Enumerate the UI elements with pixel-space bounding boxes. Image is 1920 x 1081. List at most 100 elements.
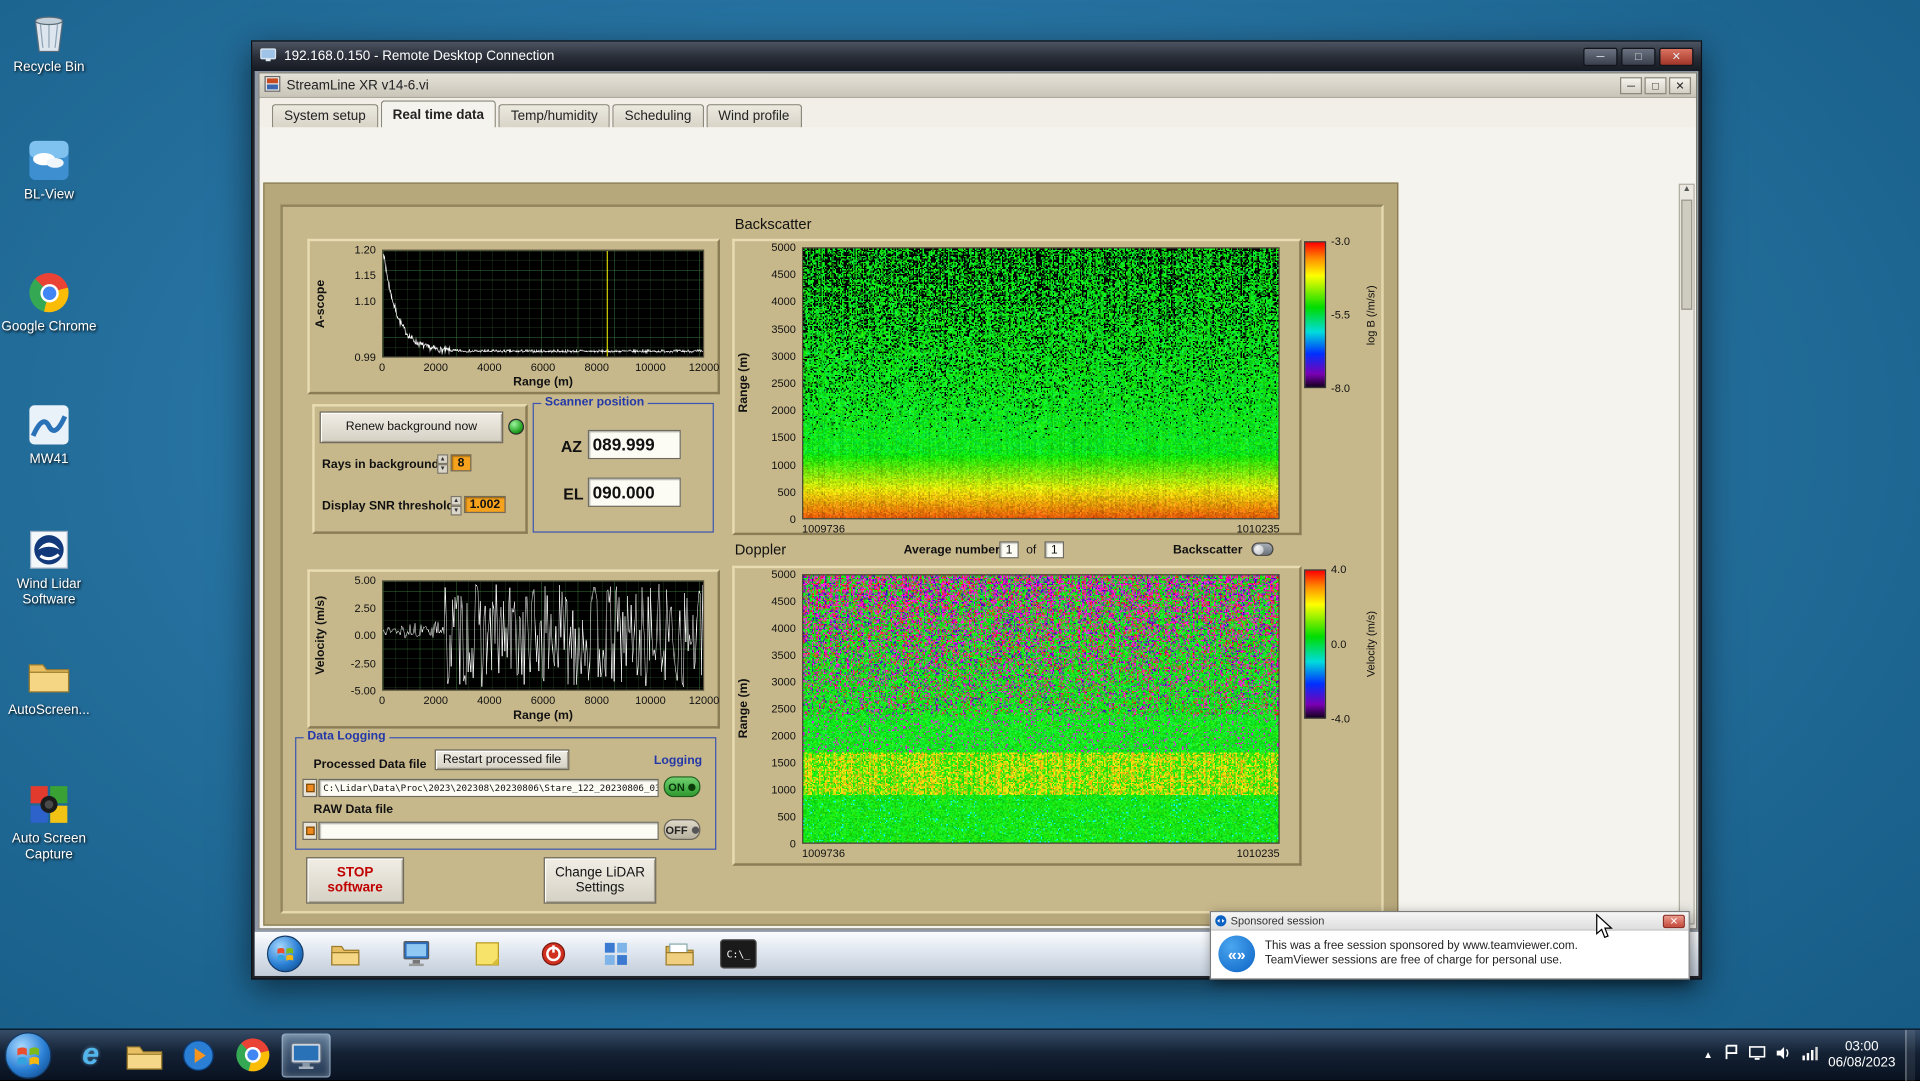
tick-label: 1000 [771,458,796,471]
tick-label: 2000 [771,404,796,417]
rays-spinner[interactable]: ▲ ▼ [437,454,449,474]
remote-cmd-icon[interactable]: C:\_ [720,939,757,969]
remote-folder-icon[interactable] [659,936,701,973]
taskbar-clock[interactable]: 03:00 06/08/2023 [1828,1039,1895,1071]
tick-label: 3500 [771,322,796,336]
tab-scheduling[interactable]: Scheduling [612,104,704,128]
tick-label: 4000 [477,694,502,707]
sponsored-title: Sponsored session [1230,914,1325,927]
desktop-icon-recycle-bin[interactable]: Recycle Bin [0,10,98,76]
processed-path-field[interactable]: C:\Lidar\Data\Proc\2023\202308\20230806\… [318,778,659,798]
taskbar-ie-icon[interactable]: e [66,1033,115,1077]
start-button[interactable] [4,1031,52,1079]
tick-label: 2500 [771,702,796,716]
teamviewer-mini-icon [1215,915,1227,927]
snr-value-field[interactable]: 1.002 [464,495,506,514]
velocity-chart: Velocity (m/s) 5.00 2.50 0.00 -2.50 -5.00 0 2… [307,569,721,729]
raw-logging-off-button[interactable]: OFF [663,819,701,841]
rays-value-field[interactable]: 8 [450,454,472,472]
desktop-icon-autoscreen[interactable]: AutoScreen... [0,653,98,719]
remote-notes-icon[interactable] [467,936,509,973]
rdp-titlebar[interactable]: 192.168.0.150 - Remote Desktop Connectio… [252,41,1701,72]
az-value-field[interactable]: 089.999 [587,429,681,460]
raw-path-field[interactable] [318,821,659,841]
app-maximize-button[interactable]: □ [1644,76,1667,94]
sponsored-text-line1: This was a free session sponsored by www… [1264,939,1578,953]
taskbar-media-player-icon[interactable] [174,1033,223,1077]
taskbar-rdp-icon[interactable] [281,1032,331,1077]
restart-processed-file-button[interactable]: Restart processed file [434,749,570,771]
minimize-button[interactable]: ─ [1583,47,1618,66]
show-desktop-button[interactable] [1905,1029,1916,1081]
tab-temp-humidity[interactable]: Temp/humidity [498,104,610,128]
change-lidar-settings-button[interactable]: Change LiDAR Settings [543,857,657,904]
tick-label: 1.15 [354,269,376,282]
tick-label: 1.20 [354,243,376,256]
close-button[interactable]: ✕ [1659,47,1694,66]
tick-label: 0 [789,513,796,526]
ascope-chart: A-scope 1.20 1.15 1.10 0.99 0 2000 4000 6000 80… [307,238,721,395]
stop-software-button[interactable]: STOP software [306,857,405,904]
el-value-field[interactable]: 090.000 [587,477,681,507]
tick-label: 5000 [771,568,796,581]
sponsored-session-popup: Sponsored session ✕ «» This was a free s… [1209,911,1690,980]
tab-wind-profile[interactable]: Wind profile [706,104,802,128]
tray-volume-icon[interactable] [1775,1044,1791,1066]
desktop-icon-wind-lidar[interactable]: Wind Lidar Software [0,527,98,609]
processed-logging-on-button[interactable]: ON [663,776,701,798]
tick-label: 2000 [423,694,448,707]
desktop-icon-google-chrome[interactable]: Google Chrome [0,269,98,335]
remote-start-button[interactable] [266,935,304,973]
tab-system-setup[interactable]: System setup [271,104,378,128]
average-total-field[interactable]: 1 [1044,541,1065,559]
taskbar-chrome-icon[interactable] [228,1033,277,1077]
tray-network-icon[interactable] [1801,1044,1818,1066]
app-titlebar[interactable]: StreamLine XR v14-6.vi ─ □ ✕ [259,73,1696,98]
taskbar-explorer-icon[interactable] [120,1033,169,1077]
remote-explorer-icon[interactable] [324,936,366,973]
average-number-field[interactable]: 1 [999,541,1019,559]
tick-label: -5.00 [350,684,376,697]
sponsored-titlebar[interactable]: Sponsored session ✕ [1211,912,1689,931]
tick-label: 12000 [688,361,720,374]
desktop-icon-bl-view[interactable]: BL-View [0,137,98,203]
backscatter-toggle-switch[interactable] [1251,542,1274,556]
desktop-icon-label: MW41 [29,451,69,467]
scrollbar-thumb[interactable] [1681,199,1693,310]
snr-spinner[interactable]: ▲ ▼ [450,495,462,516]
tray-display-icon[interactable] [1748,1044,1766,1066]
app-minimize-button[interactable]: ─ [1620,76,1643,94]
raw-data-file-label: RAW Data file [313,803,394,817]
tray-action-center-icon[interactable] [1723,1044,1739,1066]
autoscreen-folder-icon [0,653,98,700]
maximize-button[interactable]: □ [1621,47,1656,66]
app-vertical-scrollbar[interactable]: ▲▼ [1678,183,1695,925]
sponsored-close-button[interactable]: ✕ [1662,914,1685,928]
remote-display-icon[interactable] [396,936,438,973]
tick-label: 1010235 [1236,847,1280,860]
rdp-window-controls: ─ □ ✕ [1580,47,1694,66]
tick-label: 8000 [584,361,609,374]
tick-label: 6000 [530,361,556,374]
data-logging-title: Data Logging [303,729,390,744]
tick-label: 10000 [635,361,666,374]
ascope-x-axis-label: Range (m) [513,375,574,390]
backscatter-y-axis-label: Range (m) [737,353,751,414]
velocity-x-ticks: 0 2000 4000 6000 8000 10000 12000 [379,694,719,707]
remote-app-grid-icon[interactable] [595,936,637,973]
scanner-position-group: Scanner position AZ 089.999 EL 090.000 [532,395,714,533]
backscatter-title: Backscatter [734,215,812,233]
app-close-button[interactable]: ✕ [1668,76,1692,94]
show-hidden-icons-button[interactable]: ▲ [1703,1049,1713,1060]
rdp-client-area: StreamLine XR v14-6.vi ─ □ ✕ System setu… [254,71,1699,976]
desktop-icon-auto-screen-capture[interactable]: Auto Screen Capture [0,781,98,863]
remote-power-icon[interactable] [533,936,575,973]
renew-background-button[interactable]: Renew background now [319,411,504,444]
backscatter-colorbar-label: log B (/m/sr) [1364,284,1377,345]
tick-label: 0.00 [354,629,376,642]
snr-threshold-label: Display SNR threshold [322,499,455,514]
backscatter-y-ticks: 5000 4500 4000 3500 3000 2500 2000 1500 1000 500 0 [752,241,799,525]
teamviewer-logo-icon: «» [1218,935,1256,973]
tab-real-time-data[interactable]: Real time data [380,100,497,128]
desktop-icon-mw41[interactable]: MW41 [0,402,98,468]
